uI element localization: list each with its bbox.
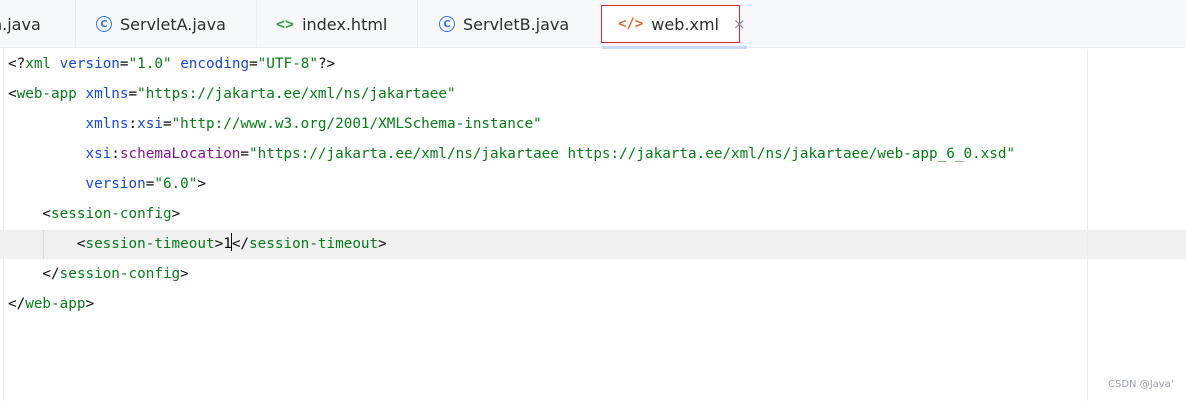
code-token: "https://jakarta.ee/xml/ns/jakartaee htt… — [249, 146, 1016, 162]
tab-index-html[interactable]: <> index.html — [276, 0, 387, 48]
tab-label: ServletB.java — [463, 14, 570, 34]
java-class-icon: C — [96, 16, 112, 32]
code-token: > — [171, 206, 181, 222]
tab-label: n.java — [0, 14, 41, 34]
tab-label: ServletA.java — [120, 14, 226, 34]
code-token: web-app — [25, 296, 86, 312]
tab-separator — [417, 0, 418, 48]
code-token: < — [8, 236, 86, 252]
code-token: schemaLocation — [119, 146, 241, 162]
code-token: xsi — [137, 116, 163, 132]
code-token: = — [249, 56, 258, 72]
code-token: > — [378, 236, 387, 252]
code-token: = — [128, 86, 138, 102]
xml-file-icon: </> — [618, 16, 644, 32]
tab-servleta-java[interactable]: C ServletA.java — [96, 0, 226, 48]
code-token: : — [111, 146, 120, 162]
tab-web-xml[interactable]: </> web.xml × — [618, 0, 746, 48]
code-token: </ — [8, 296, 26, 312]
code-token: version — [59, 56, 120, 72]
code-token: web-app — [16, 86, 77, 102]
code-token: "http://www.w3.org/2001/XMLSchema-instan… — [171, 116, 542, 132]
code-token: = — [119, 56, 129, 72]
code-token: session-config — [51, 206, 172, 222]
code-line[interactable]: xmlns:xsi="http://www.w3.org/2001/XMLSch… — [8, 109, 542, 139]
code-token: < — [8, 86, 17, 102]
code-token: encoding — [180, 56, 250, 72]
code-line[interactable]: <session-config> — [8, 199, 180, 229]
code-token: </ — [8, 266, 60, 282]
tab-separator — [75, 0, 76, 48]
code-token: </ — [231, 236, 250, 252]
code-token: < — [8, 206, 52, 222]
watermark: CSDN @Java' — [1108, 379, 1174, 390]
right-margin-guide — [1087, 49, 1088, 401]
code-token: > — [214, 236, 224, 252]
editor-tab-bar: n.java C ServletA.java <> index.html C S… — [0, 0, 1186, 49]
tab-label: web.xml — [651, 14, 719, 34]
code-token: : — [128, 116, 138, 132]
code-token: "https://jakarta.ee/xml/ns/jakartaee" — [137, 86, 456, 102]
code-token: > — [85, 296, 95, 312]
code-token: > — [180, 266, 189, 282]
code-line[interactable]: </web-app> — [8, 289, 94, 319]
code-line[interactable]: </session-config> — [8, 259, 189, 289]
close-icon[interactable]: × — [733, 15, 746, 33]
code-token: > — [197, 176, 206, 192]
code-token: <? — [8, 56, 26, 72]
code-line[interactable]: <session-timeout>1</session-timeout> — [8, 229, 387, 259]
html-icon: <> — [276, 15, 295, 33]
code-token: session-config — [59, 266, 181, 282]
code-token: "6.0" — [154, 176, 198, 192]
code-token: = — [162, 116, 172, 132]
code-token: "UTF-8" — [257, 56, 318, 72]
code-token: version — [85, 176, 146, 192]
code-token: session-timeout — [85, 236, 215, 252]
code-line[interactable]: <web-app xmlns="https://jakarta.ee/xml/n… — [8, 79, 456, 109]
tab-servletb-java[interactable]: C ServletB.java — [439, 0, 569, 48]
code-token: xmlns — [85, 86, 129, 102]
code-token: = — [240, 146, 250, 162]
code-editor[interactable]: <?xml version="1.0" encoding="UTF-8"?> <w… — [0, 49, 1186, 401]
code-token: xsi — [85, 146, 112, 162]
editor-gutter-border — [3, 49, 4, 401]
tab-separator — [256, 0, 257, 48]
code-token: session-timeout — [249, 236, 379, 252]
code-token: xmlns — [85, 116, 129, 132]
tab-label: index.html — [302, 14, 388, 34]
java-class-icon: C — [439, 16, 455, 32]
code-line[interactable]: version="6.0"> — [8, 169, 206, 199]
code-token: "1.0" — [128, 56, 172, 72]
code-token: ?> — [317, 56, 336, 72]
code-line[interactable]: <?xml version="1.0" encoding="UTF-8"?> — [8, 49, 335, 79]
code-token: xml — [25, 56, 60, 72]
tab-n-java[interactable]: n.java — [0, 0, 41, 48]
code-line[interactable]: xsi:schemaLocation="https://jakarta.ee/x… — [8, 139, 1015, 169]
